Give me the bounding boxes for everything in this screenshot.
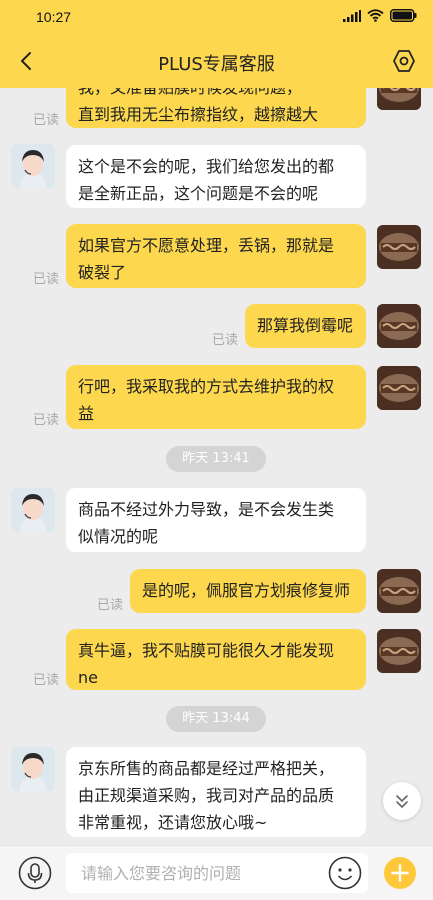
message-line: 是全新正品，这个问题是不会的呢: [78, 184, 319, 203]
message-bubble: 行吧，我采取我的方式去维护我的权 益: [66, 365, 366, 429]
read-status: 已读: [97, 598, 124, 613]
settings-hex-icon[interactable]: [391, 48, 417, 74]
status-bar: 10:27: [0, 0, 433, 34]
read-status: 已读: [33, 272, 60, 287]
message-line: 非常重视，还请您放心哦~: [78, 813, 268, 832]
message-input-box[interactable]: [66, 853, 368, 893]
time-divider: 昨天 13:44: [166, 706, 266, 732]
message-bubble: 这个是不会的呢，我们给您发出的都 是全新正品，这个问题是不会的呢: [66, 145, 366, 208]
signal-icon: [343, 9, 361, 22]
user-avatar[interactable]: [377, 304, 421, 348]
page-title: PLUS专属客服: [158, 54, 275, 75]
agent-avatar[interactable]: [11, 488, 55, 532]
message-bubble: 是的呢，佩服官方划痕修复师: [130, 569, 366, 613]
read-status: 已读: [212, 333, 239, 348]
message-line: 商品不经过外力导致，是不会发生类: [78, 500, 335, 519]
status-icons: [343, 9, 417, 22]
message-line: 直到我用无尘布擦指纹，越擦越大: [78, 105, 319, 124]
input-bar: [0, 845, 433, 900]
nav-bar: PLUS专属客服: [0, 34, 433, 88]
status-time: 10:27: [36, 9, 72, 25]
plus-button[interactable]: [384, 857, 416, 889]
time-divider: 昨天 13:41: [166, 446, 266, 472]
agent-avatar[interactable]: [11, 747, 55, 791]
message-line: 行吧，我采取我的方式去维护我的权: [78, 377, 335, 396]
read-status: 已读: [33, 673, 60, 688]
user-avatar[interactable]: [377, 569, 421, 613]
message-line: 由正规渠道采购，我司对产品的品质: [78, 786, 335, 805]
message-line: 如果官方不愿意处理，丢锅，那就是: [78, 236, 335, 255]
read-status: 已读: [33, 413, 60, 428]
message-line: 似情况的呢: [78, 527, 159, 546]
wifi-icon: [367, 9, 384, 22]
battery-icon: [390, 9, 417, 22]
user-avatar[interactable]: [377, 88, 421, 110]
message-bubble: 我，又准备贴膜时候发现问题， 直到我用无尘布擦指纹，越擦越大: [66, 88, 366, 128]
microphone-icon[interactable]: [18, 856, 52, 890]
message-line: 这个是不会的呢，我们给您发出的都: [78, 157, 335, 176]
message-bubble: 京东所售的商品都是经过严格把关， 由正规渠道采购，我司对产品的品质 非常重视，还…: [66, 747, 366, 837]
user-avatar[interactable]: [377, 629, 421, 673]
double-chevron-down-icon: [396, 795, 408, 809]
message-line: 那算我倒霉呢: [257, 316, 354, 335]
message-line: 我，又准备贴膜时候发现问题，: [78, 88, 354, 101]
message-line: 真牛逼，我不贴膜可能很久才能发现: [78, 641, 335, 660]
message-line: 京东所售的商品都是经过严格把关，: [78, 759, 335, 778]
message-input[interactable]: [66, 853, 316, 893]
message-line: 破裂了: [78, 263, 127, 282]
message-bubble: 如果官方不愿意处理，丢锅，那就是 破裂了: [66, 224, 366, 288]
agent-avatar[interactable]: [11, 144, 55, 188]
chat-area[interactable]: 我，又准备贴膜时候发现问题， 直到我用无尘布擦指纹，越擦越大 已读 这个是不会的…: [0, 88, 433, 845]
message-bubble: 真牛逼，我不贴膜可能很久才能发现 ne: [66, 629, 366, 690]
user-avatar[interactable]: [377, 366, 421, 410]
message-bubble: 那算我倒霉呢: [245, 304, 366, 348]
emoji-icon[interactable]: [328, 856, 362, 890]
message-line: ne: [78, 668, 98, 687]
message-bubble: 商品不经过外力导致，是不会发生类 似情况的呢: [66, 488, 366, 552]
plus-icon: [391, 864, 409, 882]
user-avatar[interactable]: [377, 225, 421, 269]
message-line: 益: [78, 404, 95, 423]
message-line: 是的呢，佩服官方划痕修复师: [142, 581, 351, 600]
read-status: 已读: [33, 113, 60, 128]
scroll-to-bottom-button[interactable]: [383, 782, 421, 820]
